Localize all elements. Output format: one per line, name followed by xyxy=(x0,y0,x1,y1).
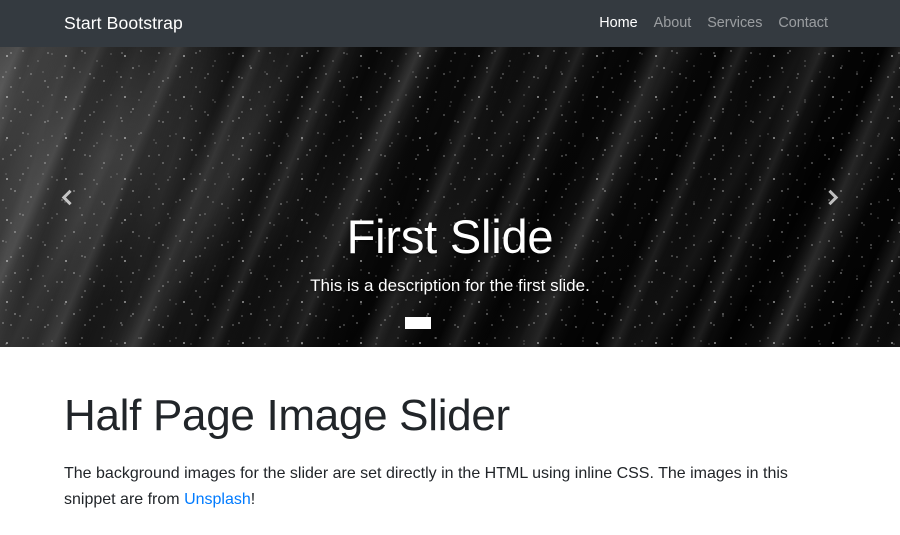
nav-link-services[interactable]: Services xyxy=(699,16,770,31)
navbar-nav: Home About Services Contact xyxy=(591,16,836,31)
chevron-right-icon xyxy=(822,189,839,205)
carousel-next-button[interactable] xyxy=(787,47,877,347)
carousel-prev-button[interactable] xyxy=(23,47,113,347)
carousel-slide-title: First Slide xyxy=(346,210,554,263)
nav-item-services[interactable]: Services xyxy=(699,16,770,31)
chevron-left-icon xyxy=(61,189,78,205)
carousel-slide-1 xyxy=(0,47,900,347)
nav-link-contact[interactable]: Contact xyxy=(770,16,836,31)
nav-item-about[interactable]: About xyxy=(646,16,700,31)
page-title: Half Page Image Slider xyxy=(64,391,510,440)
page-description-text-before: The background images for the slider are… xyxy=(64,464,788,508)
main-content: Half Page Image Slider The background im… xyxy=(0,347,900,512)
nav-item-contact[interactable]: Contact xyxy=(770,16,836,31)
nav-item-home[interactable]: Home xyxy=(591,16,645,31)
carousel-slide-description: This is a description for the first slid… xyxy=(310,275,590,295)
main-navbar: Start Bootstrap Home About Services Cont… xyxy=(0,0,900,47)
navbar-brand[interactable]: Start Bootstrap xyxy=(64,14,183,33)
carousel-indicators xyxy=(0,317,900,329)
slide-grain-overlay-2 xyxy=(0,47,900,347)
carousel-indicator-2[interactable] xyxy=(437,317,463,329)
carousel-indicator-3[interactable] xyxy=(469,317,495,329)
unsplash-link[interactable]: Unsplash xyxy=(184,491,251,508)
page-description: The background images for the slider are… xyxy=(64,461,824,513)
nav-link-home[interactable]: Home xyxy=(591,16,645,31)
carousel-inner xyxy=(0,47,900,347)
header-carousel: First Slide This is a description for th… xyxy=(0,47,900,347)
carousel-caption: First Slide This is a description for th… xyxy=(0,211,900,297)
page-description-text-after: ! xyxy=(250,490,256,508)
nav-link-about[interactable]: About xyxy=(646,16,700,31)
carousel-indicator-1[interactable] xyxy=(405,317,431,329)
